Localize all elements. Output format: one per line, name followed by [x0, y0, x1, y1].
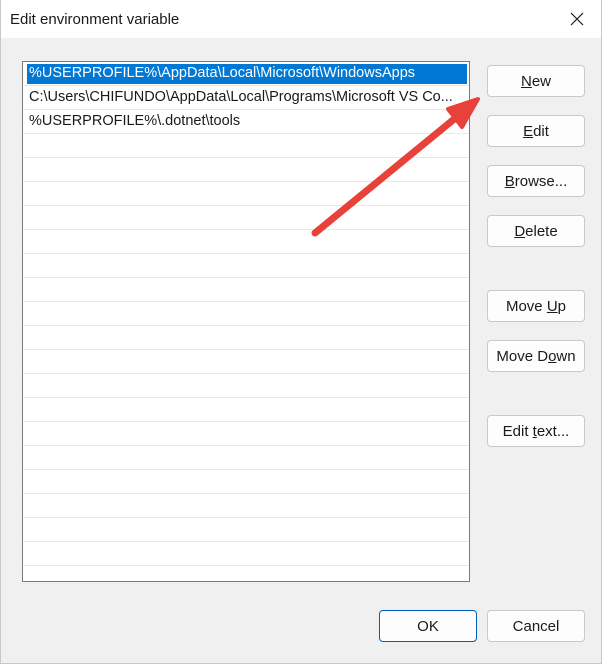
edit-text-button[interactable]: Edit text...: [487, 415, 585, 447]
empty-row: [23, 182, 469, 206]
delete-button[interactable]: Delete: [487, 215, 585, 247]
list-item[interactable]: %USERPROFILE%\AppData\Local\Microsoft\Wi…: [23, 62, 469, 86]
edit-button[interactable]: Edit: [487, 115, 585, 147]
window-title: Edit environment variable: [10, 11, 180, 28]
empty-row: [23, 422, 469, 446]
close-button[interactable]: [561, 3, 593, 35]
list-item[interactable]: %USERPROFILE%\.dotnet\tools: [23, 110, 469, 134]
move-up-button[interactable]: Move Up: [487, 290, 585, 322]
empty-row: [23, 350, 469, 374]
list-item-text: %USERPROFILE%\AppData\Local\Microsoft\Wi…: [27, 64, 467, 84]
ok-button[interactable]: OK: [379, 610, 477, 642]
cancel-button[interactable]: Cancel: [487, 610, 585, 642]
empty-row: [23, 470, 469, 494]
empty-row: [23, 254, 469, 278]
empty-row: [23, 398, 469, 422]
empty-row: [23, 542, 469, 566]
empty-row: [23, 134, 469, 158]
empty-row: [23, 494, 469, 518]
browse-button[interactable]: Browse...: [487, 165, 585, 197]
list-item[interactable]: C:\Users\CHIFUNDO\AppData\Local\Programs…: [23, 86, 469, 110]
empty-row: [23, 374, 469, 398]
title-bar: Edit environment variable: [1, 0, 601, 38]
path-list[interactable]: %USERPROFILE%\AppData\Local\Microsoft\Wi…: [22, 61, 470, 582]
empty-row: [23, 518, 469, 542]
empty-row: [23, 302, 469, 326]
close-icon: [570, 12, 584, 26]
empty-row: [23, 326, 469, 350]
edit-environment-variable-dialog: Edit environment variable %USERPROFILE%\…: [0, 0, 602, 664]
list-item-text: %USERPROFILE%\.dotnet\tools: [29, 113, 241, 129]
empty-row: [23, 230, 469, 254]
empty-row: [23, 446, 469, 470]
list-item-text: C:\Users\CHIFUNDO\AppData\Local\Programs…: [29, 89, 453, 105]
new-button[interactable]: New: [487, 65, 585, 97]
move-down-button[interactable]: Move Down: [487, 340, 585, 372]
empty-row: [23, 158, 469, 182]
empty-row: [23, 206, 469, 230]
empty-row: [23, 278, 469, 302]
